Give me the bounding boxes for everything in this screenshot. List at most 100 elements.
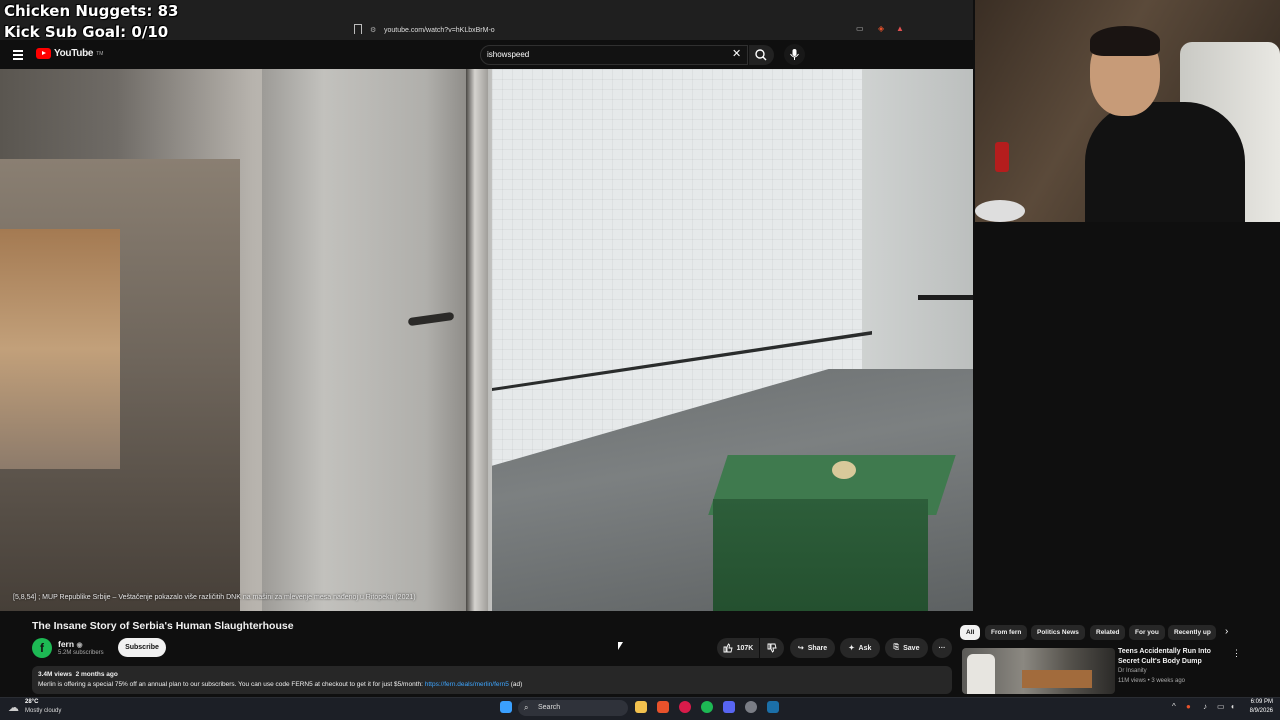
mouse-cursor	[618, 642, 626, 650]
webcam-soda-can	[995, 142, 1009, 172]
thumbs-up-icon	[723, 643, 733, 653]
streamer-webcam	[975, 0, 1280, 222]
video-scene-door	[262, 69, 467, 611]
channel-name-text: fern	[58, 639, 75, 649]
chicken-nuggets-counter: Chicken Nuggets: 83	[4, 2, 179, 20]
url-text: youtube.com/watch?v=hKLbxBrM-o	[384, 26, 495, 34]
sub-goal-counter: Kick Sub Goal: 0/10	[4, 23, 169, 41]
start-icon[interactable]	[500, 701, 512, 713]
spotify-icon[interactable]	[701, 701, 713, 713]
youtube-header: YouTube TM ishowspeed ✕	[0, 40, 973, 69]
video-scene-tape	[832, 461, 856, 479]
brave-shields-icon[interactable]: ◈	[878, 24, 884, 33]
tray-mic-icon[interactable]: ♪	[1203, 702, 1207, 711]
youtube-logo[interactable]: YouTube TM	[36, 48, 103, 59]
chip-recently-uploaded[interactable]: Recently up	[1168, 625, 1216, 640]
ask-button[interactable]: ✦ Ask	[840, 638, 880, 658]
channel-avatar[interactable]: f	[32, 638, 52, 658]
volume-icon[interactable]: ◖	[1230, 702, 1235, 711]
weather-icon[interactable]: ☁	[8, 701, 19, 714]
save-button[interactable]: ⎘ Save	[885, 638, 928, 658]
share-label: Share	[807, 644, 828, 652]
description-meta: 3.4M views 2 months ago	[38, 670, 946, 680]
weather-description: Mostly cloudy	[25, 708, 62, 714]
save-label: Save	[903, 644, 920, 652]
like-button[interactable]: 107K	[717, 638, 759, 658]
recommendation-channel[interactable]: Dr Insanity	[1118, 668, 1147, 674]
chip-all[interactable]: All	[960, 625, 981, 640]
clear-search-icon[interactable]: ✕	[732, 47, 741, 60]
share-icon: ↪	[797, 645, 804, 652]
discord-icon[interactable]	[723, 701, 735, 713]
recommendation-title[interactable]: Teens Accidentally Run Into Secret Cult'…	[1118, 647, 1230, 666]
video-scene-opening	[0, 229, 120, 469]
clock-time[interactable]: 6:09 PM	[1243, 699, 1273, 705]
save-icon: ⎘	[893, 644, 900, 651]
thumbnail-figure	[967, 654, 995, 694]
description-box[interactable]: 3.4M views 2 months ago Merlin is offeri…	[32, 666, 952, 694]
recommendation-meta: 11M views • 3 weeks ago	[1118, 678, 1186, 684]
video-scene-door-edge	[466, 69, 488, 611]
search-icon	[755, 49, 767, 61]
taskbar-search-icon: ⌕	[524, 703, 529, 712]
more-actions-button[interactable]: ···	[932, 638, 952, 658]
sparkle-icon: ✦	[848, 645, 855, 652]
brave-browser-icon[interactable]	[657, 701, 669, 713]
thumbnail-scene	[1022, 670, 1092, 688]
video-player[interactable]	[0, 69, 973, 611]
chevron-right-icon[interactable]: ›	[1225, 626, 1228, 637]
description-suffix: (ad)	[508, 681, 523, 688]
chip-for-you[interactable]: For you	[1129, 625, 1165, 640]
description-text: Merlin is offering a special 75% off an …	[38, 680, 946, 690]
search-input[interactable]: ishowspeed	[480, 45, 748, 65]
verified-icon: ◉	[76, 642, 83, 649]
webcam-person-hair	[1090, 26, 1160, 56]
taskbar-search[interactable]: ⌕ Search	[518, 700, 628, 716]
video-title: The Insane Story of Serbia's Human Slaug…	[32, 620, 294, 632]
webcam-person-body	[1085, 102, 1245, 222]
weather-temperature: 28°C	[25, 699, 39, 705]
subscriber-count: 5.2M subscribers	[58, 650, 104, 656]
kebab-menu-icon[interactable]: ⋮	[1232, 648, 1241, 659]
description-link[interactable]: https://fern.deals/merlin/fern5	[425, 681, 509, 688]
video-scene-green-box-front	[713, 499, 928, 611]
address-bar[interactable]: ⚙ youtube.com/watch?v=hKLbxBrM-o	[370, 22, 910, 38]
recommendation-thumbnail[interactable]	[962, 648, 1115, 694]
microphone-icon	[790, 49, 799, 60]
file-explorer-icon[interactable]	[635, 701, 647, 713]
bookmark-icon[interactable]	[354, 24, 362, 34]
chip-related[interactable]: Related	[1090, 625, 1126, 640]
more-icon: ···	[938, 644, 946, 652]
voice-search-button[interactable]	[784, 44, 805, 65]
view-count: 3.4M views	[38, 671, 72, 678]
like-count: 107K	[736, 644, 754, 652]
brave-rewards-icon[interactable]: ▲	[896, 24, 904, 33]
site-info-icon[interactable]: ⚙	[370, 26, 378, 34]
description-body: Merlin is offering a special 75% off an …	[38, 681, 425, 688]
share-button[interactable]: ↪ Share	[790, 638, 835, 658]
cast-icon[interactable]: ▭	[856, 24, 864, 33]
subscribe-button[interactable]: Subscribe	[118, 638, 166, 657]
webcam-plate	[975, 200, 1025, 222]
tray-app-icon[interactable]: ●	[1186, 702, 1191, 711]
dislike-button[interactable]	[760, 638, 784, 658]
opera-icon[interactable]	[679, 701, 691, 713]
steam-icon[interactable]	[767, 701, 779, 713]
taskbar-search-label: Search	[538, 704, 561, 711]
chip-politics-news[interactable]: Politics News	[1031, 625, 1085, 640]
thumbs-down-icon	[767, 643, 777, 653]
ask-label: Ask	[858, 644, 872, 652]
video-source-caption: [5,8,54] ; MUP Republike Srbije – Veštač…	[13, 594, 416, 601]
channel-name[interactable]: fern ◉	[58, 639, 83, 649]
menu-icon[interactable]	[13, 50, 23, 62]
youtube-tm: TM	[96, 50, 104, 57]
clock-date[interactable]: 8/9/2026	[1243, 708, 1273, 714]
chip-from-fern[interactable]: From fern	[985, 625, 1028, 640]
tray-chevron-icon[interactable]: ^	[1172, 702, 1176, 711]
obs-icon[interactable]	[745, 701, 757, 713]
search-button[interactable]	[749, 45, 774, 65]
youtube-wordmark: YouTube	[54, 48, 94, 59]
network-icon[interactable]: ▭	[1217, 702, 1225, 711]
upload-age: 2 months ago	[75, 671, 118, 678]
video-scene-stool	[918, 295, 973, 345]
